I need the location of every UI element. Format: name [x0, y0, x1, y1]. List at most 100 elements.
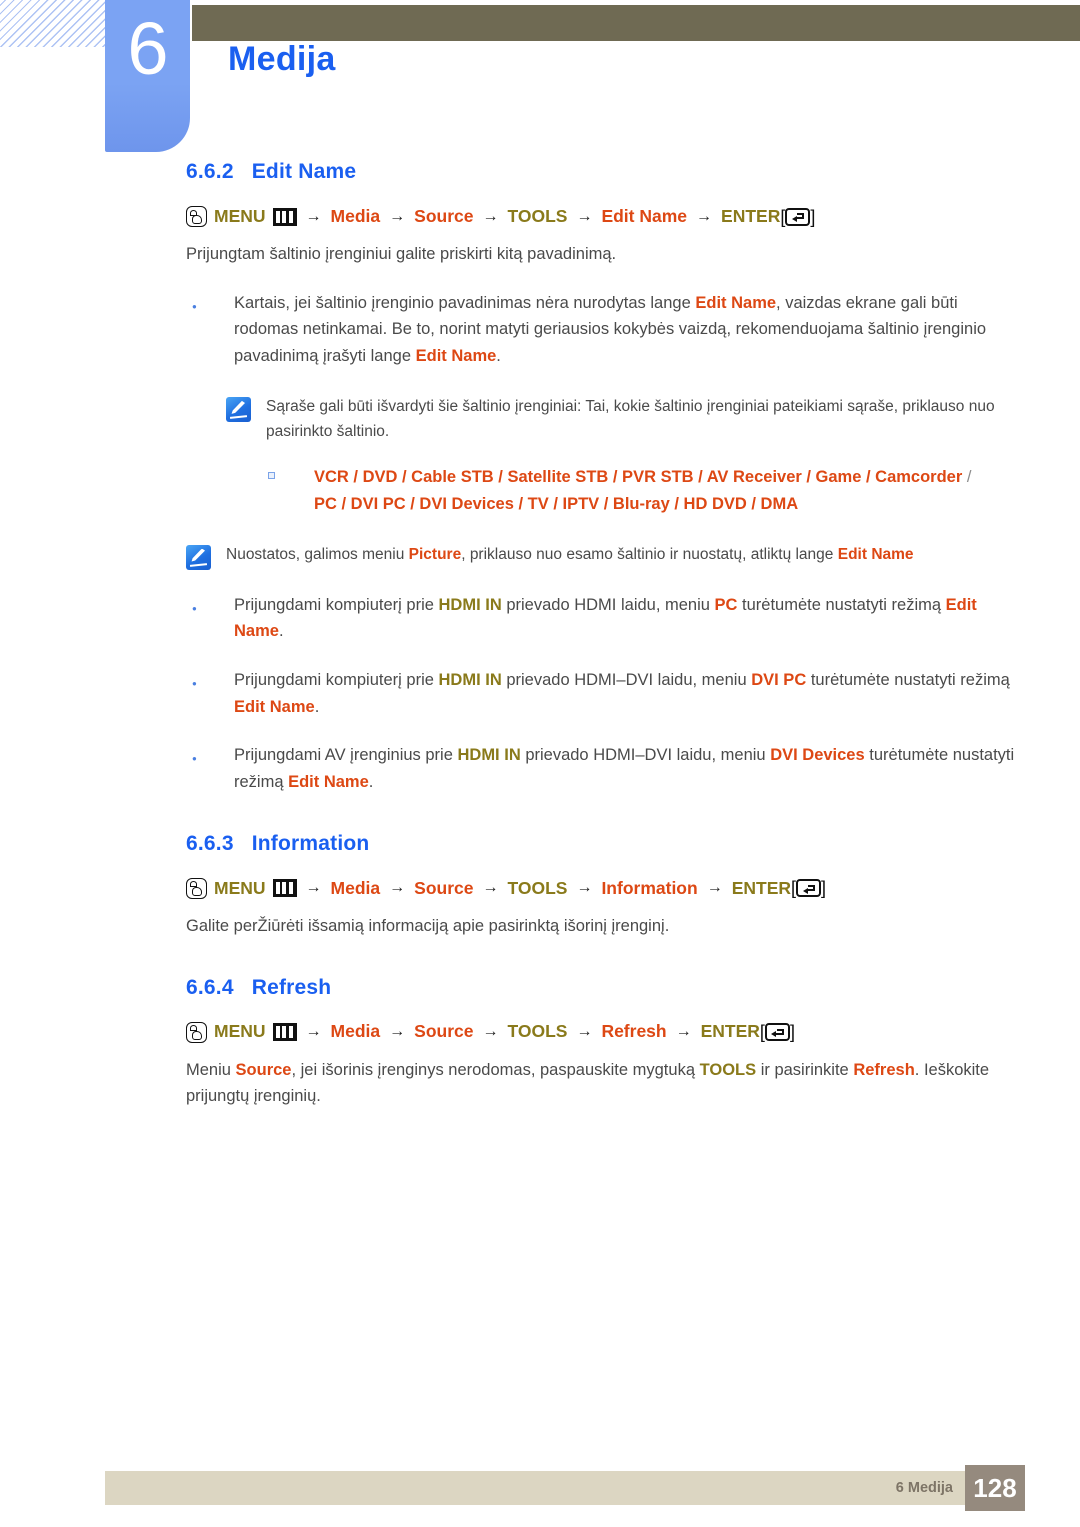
section-title: Edit Name: [251, 160, 357, 183]
navpath-step-tools: TOOLS: [507, 1021, 568, 1042]
enter-key-icon: [796, 879, 822, 898]
emphasis-dvi-devices: DVI Devices: [770, 746, 865, 765]
pen-note-icon: [226, 396, 251, 422]
navigation-path-edit-name: MENU → Media → Source → TOOLS → Edit Nam…: [186, 206, 1080, 227]
note-block-device-list: Sąraše gali būti išvardyti šie šaltinio …: [226, 394, 1026, 444]
navpath-enter-label: ENTER: [731, 877, 791, 898]
navpath-step-source: Source: [414, 1021, 474, 1042]
menu-bars-icon: [272, 879, 297, 898]
remote-button-icon: [186, 1021, 207, 1043]
section-intro-information: Galite perŽiūrėti išsamią informaciją ap…: [186, 916, 670, 935]
bullet-text: Prijungdami AV įrenginius prie HDMI IN p…: [234, 742, 1024, 795]
navpath-step-media: Media: [330, 1021, 381, 1042]
arrow-icon: →: [696, 207, 713, 225]
device-list-sub-bullet: VCR / DVD / Cable STB / Satellite STB / …: [268, 464, 1028, 517]
text-part: .: [368, 773, 374, 792]
device-list-separator: /: [962, 468, 972, 487]
arrow-icon: →: [389, 207, 406, 225]
navpath-menu-label: MENU: [214, 1021, 266, 1042]
arrow-icon: →: [482, 879, 499, 897]
text-part: turėtumėte nustatyti režimą: [737, 595, 946, 614]
bullet-text: Kartais, jei šaltinio įrenginio pavadini…: [234, 290, 1024, 370]
bullet-dot-icon: [186, 742, 234, 795]
menu-bars-icon: [272, 1023, 297, 1042]
emphasis-edit-name: Edit Name: [288, 773, 369, 792]
note-block-picture-settings: Nuostatos, galimos meniu Picture, prikla…: [186, 542, 986, 570]
emphasis-hdmi-in: HDMI IN: [438, 595, 502, 614]
emphasis-edit-name: Edit Name: [234, 697, 315, 716]
arrow-icon: →: [675, 1023, 692, 1041]
arrow-icon: →: [482, 207, 499, 225]
navpath-enter-label: ENTER: [721, 205, 781, 226]
arrow-icon: →: [305, 879, 322, 897]
page-content: 6.6.2 Edit Name MENU → Media → Source → T…: [0, 160, 1080, 1110]
bullet-text: Prijungdami kompiuterį prie HDMI IN prie…: [234, 592, 1024, 645]
bracket-close: ]: [789, 1022, 795, 1043]
text-part: prievado HDMI laidu, meniu: [501, 595, 715, 614]
navpath-menu-label: MENU: [214, 205, 266, 226]
bullet-item: Kartais, jei šaltinio įrenginio pavadini…: [186, 290, 1024, 370]
page-header: 6 Medija: [0, 0, 1080, 160]
bullet-item: Prijungdami kompiuterį prie HDMI IN prie…: [186, 667, 1024, 720]
section-title: Information: [251, 831, 370, 855]
section-intro-refresh: Meniu Source, jei išorinis įrenginys ner…: [186, 1057, 1006, 1110]
emphasis-hdmi-in: HDMI IN: [457, 746, 521, 765]
section-intro-edit-name: Prijungtam šaltinio įrenginiui galite pr…: [186, 245, 617, 263]
enter-key-icon: [785, 207, 811, 226]
bullet-dot-icon: [186, 667, 234, 720]
emphasis-hdmi-in: HDMI IN: [438, 670, 502, 689]
arrow-icon: →: [706, 879, 723, 897]
text-part: .: [496, 347, 501, 366]
enter-key-icon: [764, 1023, 790, 1042]
pen-note-icon: [186, 544, 211, 570]
text-part: , priklauso nuo esamo šaltinio ir nuosta…: [461, 545, 838, 563]
navpath-step-refresh: Refresh: [601, 1021, 667, 1042]
footer-page-number: 128: [965, 1465, 1025, 1511]
remote-button-icon: [186, 206, 207, 227]
text-part: Prijungdami kompiuterį prie: [234, 595, 439, 614]
section-title: Refresh: [251, 975, 332, 999]
emphasis-edit-name: Edit Name: [415, 347, 497, 366]
emphasis-picture: Picture: [408, 545, 462, 563]
text-part: Kartais, jei šaltinio įrenginio pavadini…: [234, 293, 696, 312]
navpath-step-media: Media: [330, 205, 381, 226]
header-olive-bar: [192, 5, 1080, 41]
bullet-dot-icon: [186, 290, 234, 370]
emphasis-source: Source: [235, 1060, 292, 1079]
navpath-step-information: Information: [601, 877, 698, 898]
section-number: 6.6.3: [186, 831, 234, 855]
navpath-step-edit-name: Edit Name: [601, 205, 688, 226]
decorative-hatch-pattern: [0, 0, 112, 47]
text-part: Prijungdami kompiuterį prie: [234, 670, 439, 689]
section-number: 6.6.4: [186, 975, 234, 999]
device-list-line-2: PC / DVI PC / DVI Devices / TV / IPTV / …: [314, 494, 799, 513]
text-part: ir pasirinkite: [756, 1060, 854, 1079]
arrow-icon: →: [389, 1023, 406, 1041]
arrow-icon: →: [482, 1023, 499, 1041]
navpath-step-tools: TOOLS: [507, 877, 568, 898]
bracket-close: ]: [810, 206, 816, 227]
text-part: .: [278, 622, 284, 641]
emphasis-edit-name: Edit Name: [837, 545, 914, 563]
arrow-icon: →: [389, 879, 406, 897]
bullet-item: Prijungdami AV įrenginius prie HDMI IN p…: [186, 742, 1024, 795]
section-heading-refresh: 6.6.4 Refresh: [186, 976, 1080, 1000]
navpath-step-source: Source: [414, 205, 474, 226]
chapter-number: 6: [127, 7, 168, 90]
menu-bars-icon: [272, 207, 297, 226]
arrow-icon: →: [305, 207, 322, 225]
arrow-icon: →: [576, 879, 593, 897]
page-footer: 6 Medija 128: [105, 1465, 1025, 1511]
navpath-step-source: Source: [414, 877, 474, 898]
note-text: Nuostatos, galimos meniu Picture, prikla…: [226, 542, 986, 570]
bullet-item: Prijungdami kompiuterį prie HDMI IN prie…: [186, 592, 1024, 645]
section-heading-information: 6.6.3 Information: [186, 832, 1080, 856]
text-part: Prijungdami AV įrenginius prie: [234, 746, 458, 765]
text-part: Meniu: [186, 1060, 236, 1079]
footer-chapter-label: 6 Medija: [895, 1480, 953, 1496]
emphasis-pc: PC: [714, 595, 738, 614]
note-icon-wrap: [226, 394, 266, 444]
arrow-icon: →: [305, 1023, 322, 1041]
emphasis-edit-name: Edit Name: [695, 293, 777, 312]
navpath-step-media: Media: [330, 877, 381, 898]
